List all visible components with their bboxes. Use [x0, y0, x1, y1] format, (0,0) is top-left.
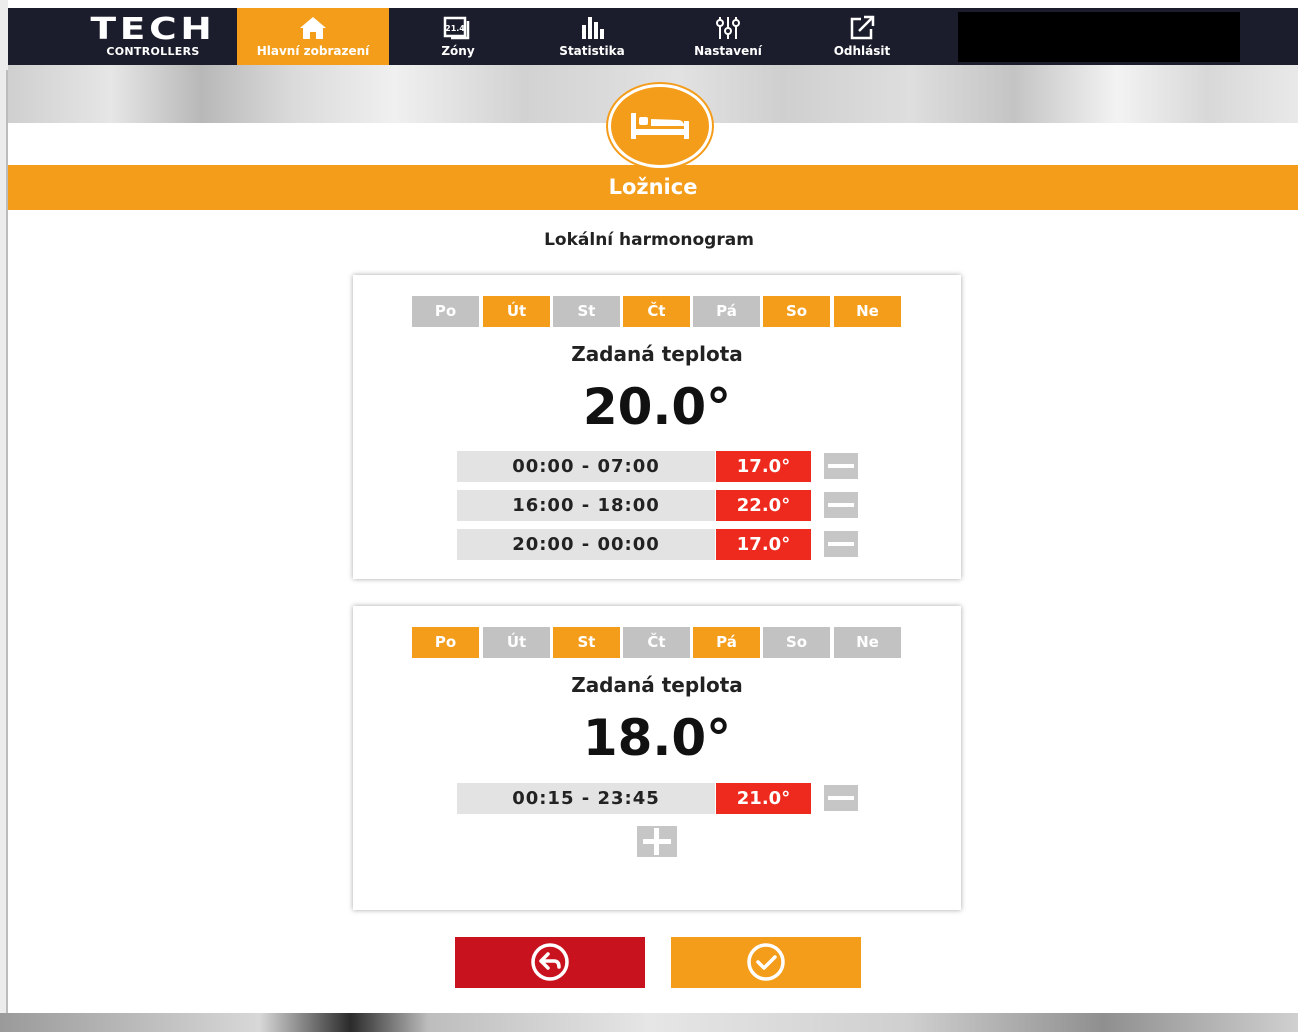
back-arrow-icon	[531, 943, 569, 981]
setpoint-value: 20.0°	[582, 378, 732, 436]
nav-label: Zóny	[441, 44, 475, 58]
back-button[interactable]	[455, 937, 645, 988]
home-icon	[300, 17, 326, 39]
day-toggle-ut[interactable]: Út	[483, 296, 550, 327]
schedule-card-1: Po Út St Čt Pá So Ne Zadaná teplota 20.0…	[353, 275, 961, 579]
settings-sliders-icon	[716, 17, 740, 39]
add-interval-button[interactable]	[637, 826, 677, 857]
statistics-icon	[582, 17, 604, 39]
nav-logout[interactable]: Odhlásit	[816, 8, 908, 65]
day-toggle-st[interactable]: St	[553, 296, 620, 327]
interval-temp[interactable]: 17.0°	[716, 451, 811, 482]
interval-time[interactable]: 00:15 - 23:45	[457, 783, 715, 814]
remove-interval-button[interactable]	[824, 492, 858, 518]
remove-interval-button[interactable]	[824, 531, 858, 557]
tech-controllers-logo: TECH CONTROLLERS	[90, 12, 216, 59]
nav-label: Hlavní zobrazení	[256, 44, 370, 58]
zone-icon-circle	[608, 84, 712, 168]
footer-background-image	[0, 1013, 1298, 1032]
interval-time[interactable]: 00:00 - 07:00	[457, 451, 715, 482]
day-toggle-ct[interactable]: Čt	[623, 627, 690, 658]
day-toggle-so[interactable]: So	[763, 296, 830, 327]
interval-time[interactable]: 20:00 - 00:00	[457, 529, 715, 560]
schedule-title: Lokální harmonogram	[544, 230, 754, 250]
interval-temp[interactable]: 22.0°	[716, 490, 811, 521]
remove-interval-button[interactable]	[824, 785, 858, 811]
zone-title: Ložnice	[8, 165, 1298, 210]
setpoint-label: Zadaná teplota	[571, 342, 743, 366]
svg-text:21.4: 21.4	[445, 24, 465, 33]
day-toggle-ct[interactable]: Čt	[623, 296, 690, 327]
day-toggle-st[interactable]: St	[553, 627, 620, 658]
nav-statistics[interactable]: Statistika	[544, 8, 640, 65]
day-toggle-ut[interactable]: Út	[483, 627, 550, 658]
bed-icon	[631, 113, 689, 139]
confirm-button[interactable]	[671, 937, 861, 988]
day-toggle-so[interactable]: So	[763, 627, 830, 658]
nav-label: Nastavení	[694, 44, 762, 58]
day-toggle-ne[interactable]: Ne	[834, 296, 901, 327]
setpoint-value: 18.0°	[582, 709, 732, 767]
zones-icon: 21.4	[443, 16, 470, 40]
day-toggle-pa[interactable]: Pá	[693, 627, 760, 658]
left-border	[0, 0, 8, 1032]
nav-zones[interactable]: 21.4 Zóny	[420, 8, 496, 65]
top-navbar: TECH CONTROLLERS Hlavní zobrazení 21.4 Z…	[8, 8, 1298, 65]
schedule-card-2: Po Út St Čt Pá So Ne Zadaná teplota 18.0…	[353, 606, 961, 910]
day-toggle-pa[interactable]: Pá	[693, 296, 760, 327]
nav-main-view[interactable]: Hlavní zobrazení	[237, 8, 389, 65]
nav-settings[interactable]: Nastavení	[680, 8, 776, 65]
redacted-area	[958, 12, 1240, 62]
interval-temp[interactable]: 17.0°	[716, 529, 811, 560]
nav-label: Statistika	[559, 44, 625, 58]
logout-icon	[850, 15, 875, 40]
day-toggle-po[interactable]: Po	[412, 627, 479, 658]
interval-temp[interactable]: 21.0°	[716, 783, 811, 814]
remove-interval-button[interactable]	[824, 453, 858, 479]
day-toggle-po[interactable]: Po	[412, 296, 479, 327]
day-toggle-ne[interactable]: Ne	[834, 627, 901, 658]
nav-label: Odhlásit	[833, 44, 891, 58]
setpoint-label: Zadaná teplota	[571, 673, 743, 697]
interval-time[interactable]: 16:00 - 18:00	[457, 490, 715, 521]
checkmark-icon	[747, 943, 785, 981]
